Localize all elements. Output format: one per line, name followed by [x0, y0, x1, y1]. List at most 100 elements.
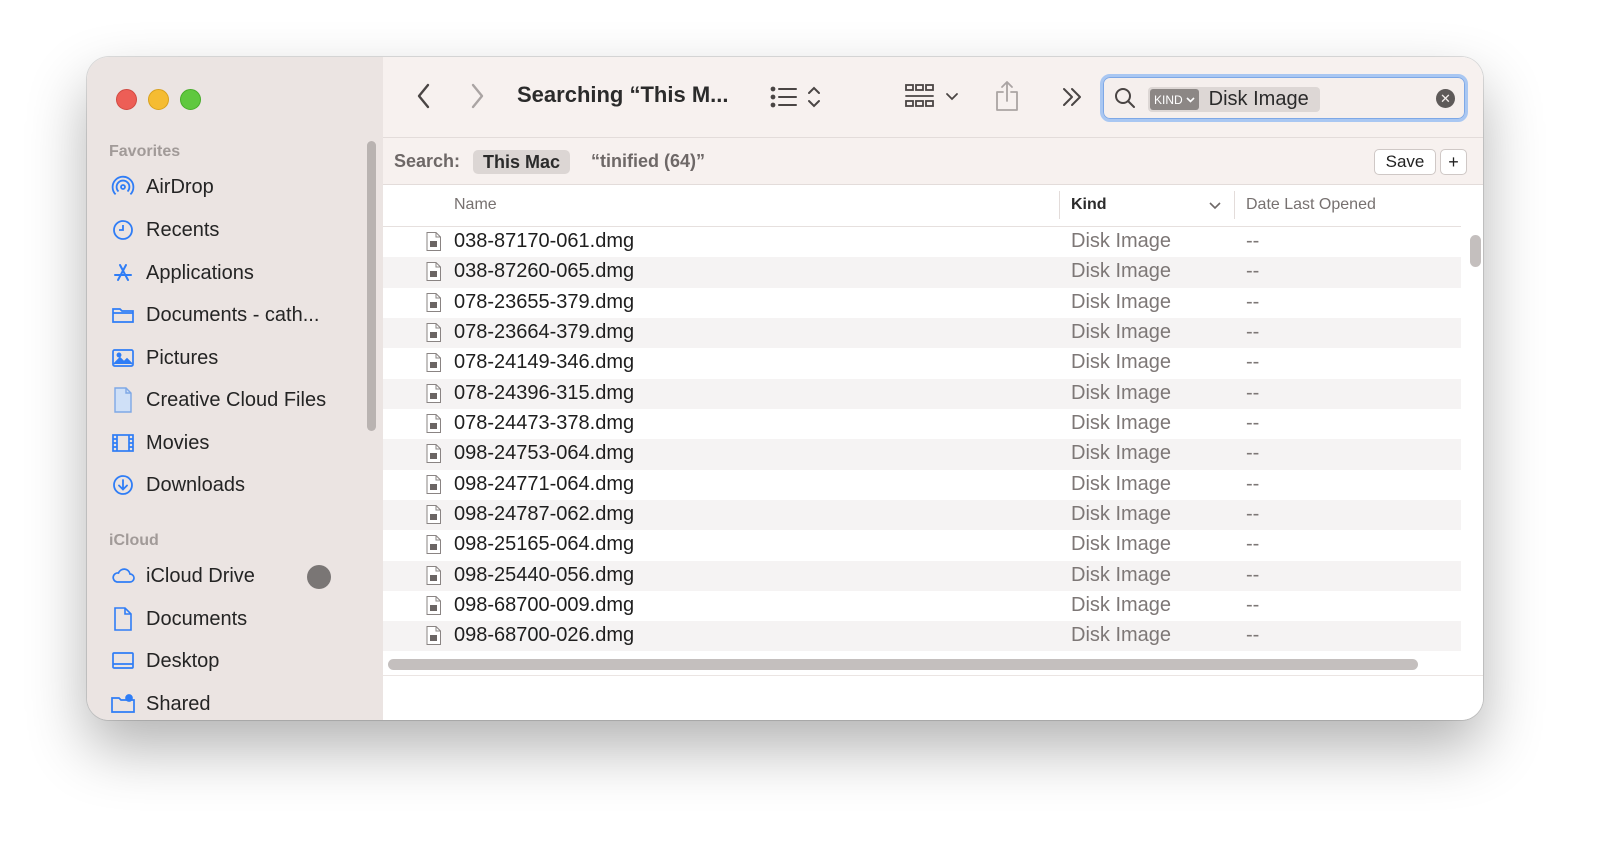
icloud-sync-status-indicator — [307, 565, 331, 589]
file-name: 078-23655-379.dmg — [454, 290, 635, 313]
back-button[interactable] — [411, 81, 437, 111]
search-token[interactable]: KIND Disk Image — [1148, 87, 1320, 112]
window-title: Searching “This M... — [517, 82, 729, 107]
file-kind: Disk Image — [1071, 442, 1172, 465]
cloud-icon — [109, 562, 137, 590]
main-content: Searching “This M... KIND Disk Image ✕ S… — [383, 57, 1483, 720]
scope-folder-button[interactable]: “tinified (64)” — [591, 151, 705, 172]
file-kind: Disk Image — [1071, 260, 1172, 283]
file-name: 038-87170-061.dmg — [454, 230, 635, 252]
sidebar-item-pictures[interactable]: Pictures — [109, 341, 339, 375]
more-toolbar-items-button[interactable] — [1059, 83, 1085, 111]
file-date-last-opened: -- — [1246, 594, 1260, 617]
group-by-button[interactable] — [905, 83, 961, 111]
file-kind: Disk Image — [1071, 533, 1172, 556]
file-date-last-opened: -- — [1246, 563, 1260, 586]
disk-image-file-icon — [426, 474, 441, 494]
table-row[interactable]: 098-25440-056.dmg Disk Image -- — [383, 560, 1461, 592]
document-icon — [109, 605, 137, 633]
table-row[interactable]: 078-23664-379.dmg Disk Image -- — [383, 318, 1461, 349]
zoom-button[interactable] — [180, 89, 201, 110]
film-icon — [109, 429, 137, 457]
file-name: 098-25440-056.dmg — [454, 563, 635, 586]
column-divider[interactable] — [1059, 191, 1060, 219]
sidebar-item-downloads[interactable]: Downloads — [109, 468, 339, 502]
column-header-kind[interactable]: Kind — [1071, 196, 1107, 214]
file-date-last-opened: -- — [1246, 503, 1260, 526]
file-date-last-opened: -- — [1246, 260, 1260, 283]
sidebar-item-shared[interactable]: Shared — [109, 687, 339, 720]
sidebar-item-icloud-drive[interactable]: iCloud Drive — [109, 559, 339, 593]
search-field[interactable]: KIND Disk Image ✕ — [1100, 74, 1468, 122]
column-header: Name Kind Date Last Opened — [383, 185, 1461, 227]
horizontal-scrollbar[interactable] — [388, 659, 1418, 670]
table-row[interactable]: 078-23655-379.dmg Disk Image -- — [383, 288, 1461, 318]
file-name: 098-68700-009.dmg — [454, 594, 635, 617]
sidebar-item-airdrop[interactable]: AirDrop — [109, 170, 339, 204]
share-button[interactable] — [993, 79, 1021, 113]
sidebar-scrollbar[interactable] — [367, 141, 376, 431]
disk-image-file-icon — [426, 505, 441, 525]
folder-icon — [109, 301, 137, 329]
close-button[interactable] — [116, 89, 137, 110]
table-row[interactable]: 078-24396-315.dmg Disk Image -- — [383, 378, 1461, 410]
file-date-last-opened: -- — [1246, 624, 1260, 647]
table-row[interactable]: 098-68700-026.dmg Disk Image -- — [383, 621, 1461, 651]
kind-token-menu[interactable]: KIND — [1150, 89, 1199, 110]
favorites-header: Favorites — [109, 143, 181, 160]
column-divider[interactable] — [1234, 191, 1235, 219]
sort-chevron-down-icon[interactable] — [1209, 202, 1221, 210]
save-search-button[interactable]: Save — [1374, 149, 1436, 175]
disk-image-file-icon — [426, 383, 441, 403]
forward-button[interactable] — [464, 81, 490, 111]
sidebar-item-label: Shared — [146, 692, 211, 715]
sidebar-item-label: Pictures — [146, 346, 219, 369]
file-kind: Disk Image — [1071, 624, 1172, 647]
sidebar-item-label: Desktop — [146, 649, 220, 672]
vertical-scrollbar[interactable] — [1470, 235, 1481, 267]
sidebar-item-label: Documents - cath... — [146, 303, 320, 326]
column-header-name[interactable]: Name — [454, 196, 497, 214]
clock-icon — [109, 216, 137, 244]
table-row[interactable]: 098-24771-064.dmg Disk Image -- — [383, 470, 1461, 500]
sidebar-item-creative-cloud-files[interactable]: Creative Cloud Files — [109, 383, 339, 417]
file-kind: Disk Image — [1071, 381, 1172, 404]
share-icon — [996, 81, 1018, 111]
file-kind: Disk Image — [1071, 230, 1172, 252]
sidebar-item-movies[interactable]: Movies — [109, 426, 339, 460]
table-row[interactable]: 078-24473-378.dmg Disk Image -- — [383, 409, 1461, 439]
clear-search-button[interactable]: ✕ — [1436, 89, 1455, 108]
column-header-date-last-opened[interactable]: Date Last Opened — [1246, 196, 1376, 214]
file-kind: Disk Image — [1071, 412, 1172, 435]
table-row[interactable]: 038-87260-065.dmg Disk Image -- — [383, 257, 1461, 288]
table-row[interactable]: 098-24787-062.dmg Disk Image -- — [383, 500, 1461, 531]
minimize-button[interactable] — [148, 89, 169, 110]
disk-image-file-icon — [426, 262, 441, 282]
file-name: 078-23664-379.dmg — [454, 321, 635, 344]
disk-image-file-icon — [426, 444, 441, 464]
table-row[interactable]: 098-68700-009.dmg Disk Image -- — [383, 591, 1461, 621]
chevron-left-icon — [417, 83, 430, 109]
sidebar-item-applications[interactable]: Applications — [109, 256, 339, 290]
sidebar-item-documents-cath[interactable]: Documents - cath... — [109, 298, 339, 332]
file-kind: Disk Image — [1071, 503, 1172, 526]
add-criteria-button[interactable]: + — [1440, 149, 1467, 175]
sidebar-item-desktop[interactable]: Desktop — [109, 644, 339, 678]
table-row[interactable]: 098-24753-064.dmg Disk Image -- — [383, 439, 1461, 470]
list-view-icon — [770, 86, 820, 108]
sidebar-item-documents[interactable]: Documents — [109, 602, 339, 636]
table-row[interactable]: 078-24149-346.dmg Disk Image -- — [383, 348, 1461, 378]
sidebar-item-recents[interactable]: Recents — [109, 213, 339, 247]
search-token-value: Disk Image — [1208, 88, 1309, 110]
file-date-last-opened: -- — [1246, 381, 1260, 404]
sidebar-item-label: Applications — [146, 261, 254, 284]
shared-folder-icon — [109, 690, 137, 718]
list-view-button[interactable] — [769, 83, 829, 111]
chevron-right-icon — [471, 83, 484, 109]
scope-this-mac-button[interactable]: This Mac — [473, 150, 571, 174]
search-icon — [1115, 88, 1135, 108]
table-row[interactable]: 098-25165-064.dmg Disk Image -- — [383, 530, 1461, 560]
download-icon — [109, 471, 137, 499]
table-row[interactable]: 038-87170-061.dmg Disk Image -- — [383, 227, 1461, 257]
sidebar-item-label: Recents — [146, 218, 220, 241]
